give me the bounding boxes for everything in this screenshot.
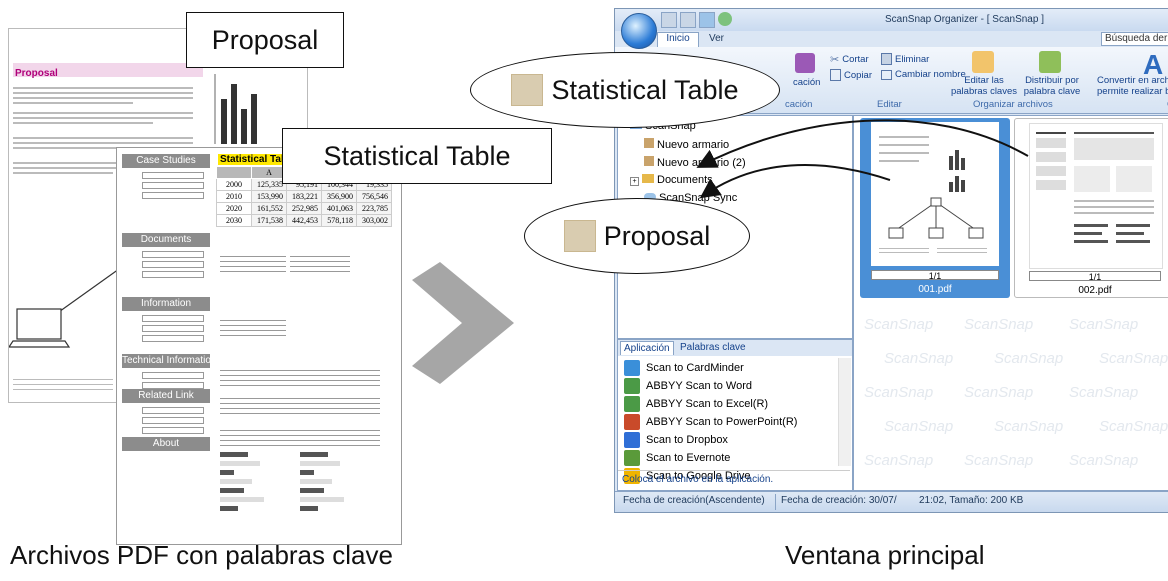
keyword-icon (563, 220, 596, 252)
keyword-icon (511, 74, 544, 106)
right-statistical-table-label: Statistical Table (470, 52, 780, 128)
app-orb-button[interactable] (621, 13, 657, 49)
right-proposal-label: Proposal (524, 198, 750, 274)
right-caption: Ventana principal (785, 540, 985, 570)
